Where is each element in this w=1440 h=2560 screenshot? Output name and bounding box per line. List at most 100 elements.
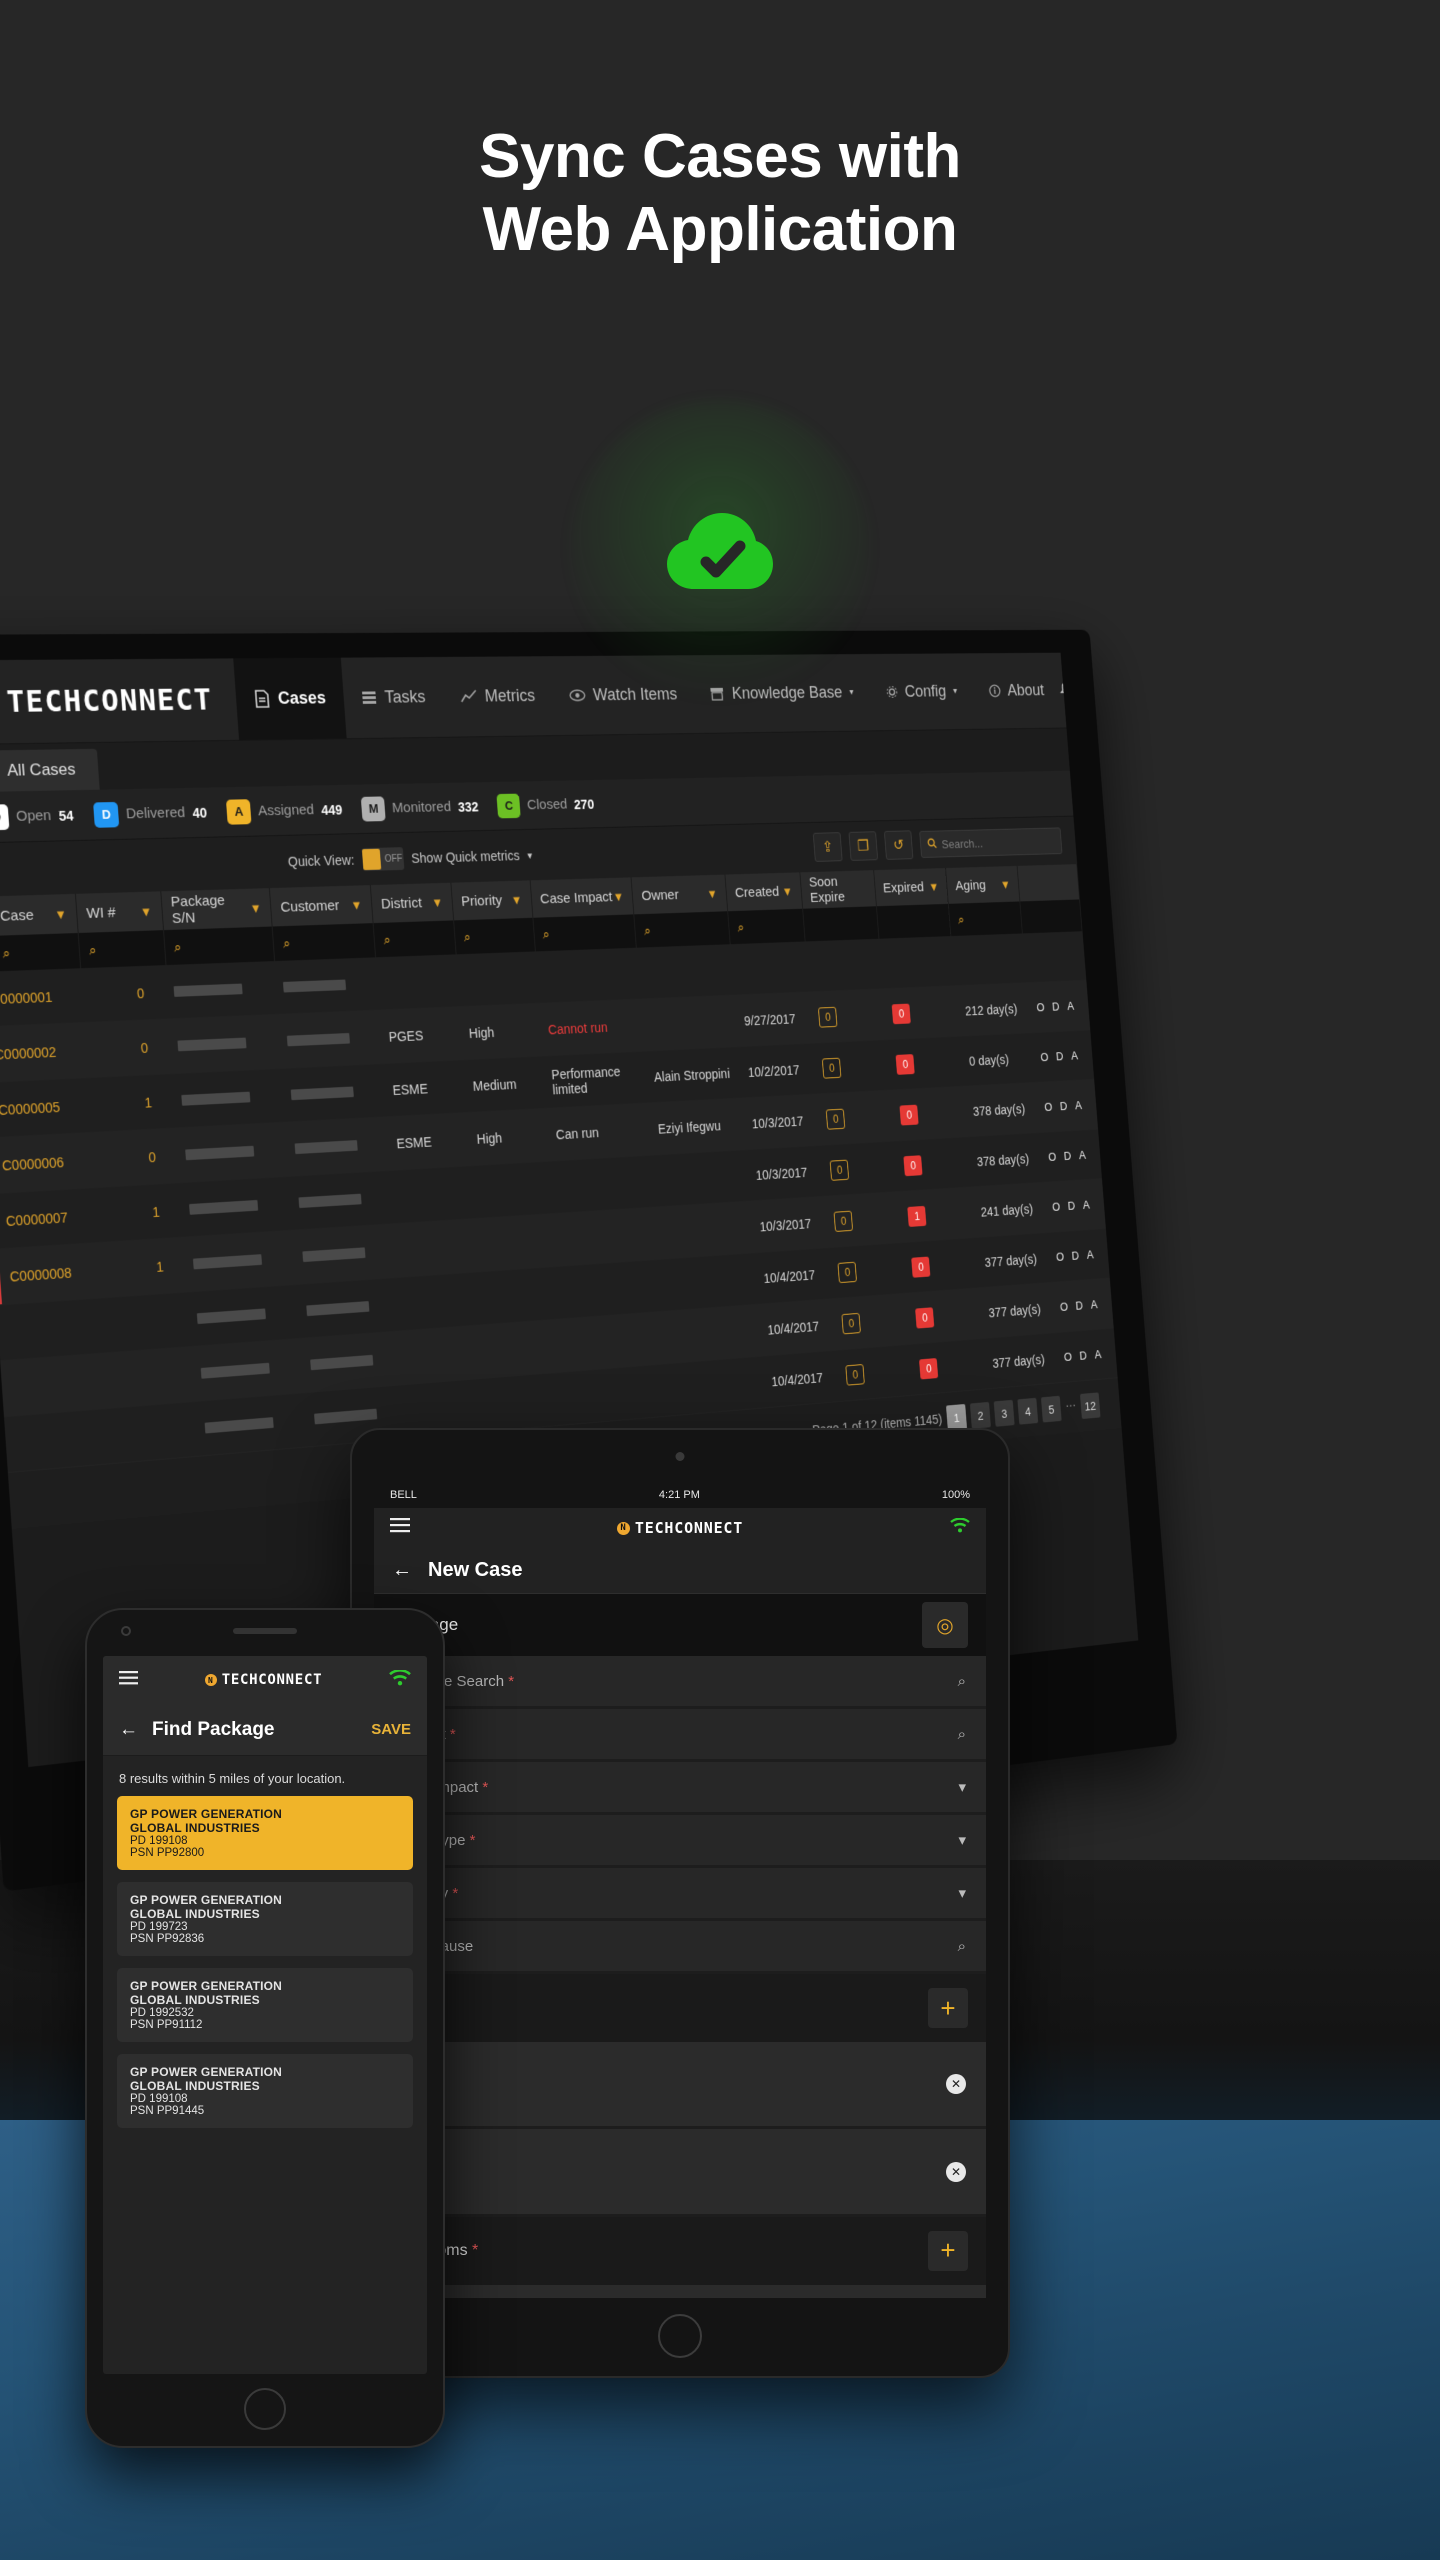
phone-back-arrow-icon[interactable]: ← (119, 1719, 138, 1741)
result-pd: PD 1992532 (130, 2007, 194, 2019)
nav-label-tasks: Tasks (384, 687, 427, 707)
chevron-down-icon[interactable]: ▾ (958, 1831, 966, 1849)
phone-save-button[interactable]: SAVE (371, 1721, 411, 1738)
quick-metrics-chevron-icon[interactable]: ▾ (527, 849, 533, 861)
tablet-field-product[interactable]: Product *⌕ (374, 1709, 986, 1759)
cell-case (2, 1299, 93, 1360)
chevron-down-icon[interactable]: ▾ (958, 1778, 966, 1796)
export-file-icon[interactable]: ⇪ (812, 832, 843, 862)
pagination-page-2[interactable]: 2 (969, 1401, 991, 1429)
filter-icon-package-sn[interactable]: ▼ (249, 900, 262, 915)
col-header-created[interactable]: Created ▼ (725, 872, 803, 912)
filter-icon-customer[interactable]: ▼ (350, 897, 363, 912)
list-item[interactable]: GP POWER GENERATION GLOBAL INDUSTRIES PD 1… (117, 2054, 413, 2128)
nav-item-about[interactable]: About (970, 653, 1062, 729)
filter-icon-district[interactable]: ▼ (431, 895, 443, 910)
phone-home-button[interactable] (244, 2388, 286, 2430)
tablet-field-root-cause[interactable]: Root Cause⌕ (374, 1921, 986, 1971)
filter-search-case-impact[interactable]: ⌕ (532, 914, 637, 952)
filter-icon-expired[interactable]: ▼ (928, 879, 939, 893)
filter-icon-created[interactable]: ▼ (781, 884, 793, 898)
quick-view-toggle[interactable]: OFF (361, 847, 405, 872)
tablet-event-card[interactable]: Event 1Field 1Field 2✕ (374, 2042, 986, 2127)
pagination-page-4[interactable]: 4 (1017, 1397, 1039, 1425)
col-header-aging[interactable]: Aging ▼ (946, 865, 1021, 904)
status-closed[interactable]: C Closed 270 (496, 792, 595, 818)
nav-item-metrics[interactable]: Metrics (440, 656, 555, 737)
remove-circle-icon[interactable]: ✕ (946, 2074, 966, 2095)
tablet-field-case-type[interactable]: Case Type *▾ (374, 1815, 986, 1865)
pagination-page-12[interactable]: 12 (1079, 1392, 1101, 1420)
result-division: GLOBAL INDUSTRIES (130, 1907, 260, 1921)
filter-search-expired[interactable] (876, 903, 952, 939)
status-label-open: Open (15, 807, 52, 825)
search-icon[interactable]: ⌕ (958, 1726, 966, 1743)
col-header-expired[interactable]: Expired ▼ (873, 868, 949, 907)
cell-aging: 378 day(s) (976, 1151, 1030, 1169)
cell-district (393, 1219, 477, 1277)
status-delivered[interactable]: D Delivered 40 (93, 800, 207, 828)
copy-icon[interactable]: ❐ (848, 831, 879, 861)
filter-search-priority[interactable]: ⌕ (453, 917, 536, 955)
pagination-page-1[interactable]: 1 (945, 1403, 968, 1432)
filter-icon-owner[interactable]: ▼ (706, 886, 718, 900)
list-item[interactable]: GP POWER GENERATION GLOBAL INDUSTRIES PD 1… (117, 1882, 413, 1956)
col-header-soon-expire[interactable]: Soon Expire (800, 870, 877, 909)
filter-search-owner[interactable]: ⌕ (634, 911, 731, 948)
phone-hamburger-icon[interactable] (119, 1670, 138, 1690)
filter-icon-priority[interactable]: ▼ (510, 892, 522, 906)
hamburger-icon[interactable] (390, 1518, 410, 1538)
filter-icon-aging[interactable]: ▼ (1000, 877, 1011, 891)
nav-item-tasks[interactable]: Tasks (341, 657, 446, 738)
filter-search-wi[interactable]: ⌕ (78, 930, 167, 969)
list-item[interactable]: GP POWER GENERATION GLOBAL INDUSTRIES PD 1… (117, 1796, 413, 1870)
col-header-customer[interactable]: Customer ▼ (270, 885, 374, 927)
cell-aging: 377 day(s) (984, 1251, 1038, 1270)
col-header-package-sn[interactable]: Package S/N ▼ (160, 888, 273, 931)
tablet-event-card[interactable]: Event 1Field 1Field 2✕ (374, 2129, 986, 2214)
list-item[interactable]: GP POWER GENERATION GLOBAL INDUSTRIES PD 1… (117, 1968, 413, 2042)
col-header-district[interactable]: District ▼ (370, 882, 454, 924)
col-header-case-impact[interactable]: Case Impact ▼ (530, 877, 635, 918)
status-monitored[interactable]: M Monitored 332 (361, 794, 479, 822)
col-header-wi[interactable]: WI # ▼ (75, 891, 164, 933)
tablet-symptom-card[interactable]: Event 1 Field 1 Field 2 ✕ (374, 2284, 986, 2298)
cell-soon-expire: 0 (817, 1091, 895, 1145)
tablet-field-package-search[interactable]: Package Search * ⌕ (374, 1656, 986, 1706)
pagination-page-3[interactable]: 3 (993, 1399, 1015, 1427)
filter-search-district[interactable]: ⌕ (373, 920, 457, 958)
filter-search-case[interactable]: ⌕ (0, 932, 81, 972)
tablet-field-severity[interactable]: Severity *▾ (374, 1868, 986, 1918)
status-open[interactable]: O Open 54 (0, 802, 74, 830)
filter-icon-case[interactable]: ▼ (54, 906, 67, 921)
search-icon[interactable]: ⌕ (958, 1673, 966, 1690)
scan-icon[interactable]: ◎ (922, 1602, 968, 1648)
plus-icon-symptoms[interactable]: + (928, 2230, 968, 2271)
arrow-left-icon[interactable]: ← (392, 1559, 412, 1582)
chevron-down-icon[interactable]: ▾ (958, 1884, 966, 1902)
filter-search-customer[interactable]: ⌕ (272, 923, 377, 962)
nav-item-cases[interactable]: Cases (233, 657, 347, 740)
show-quick-metrics[interactable]: Show Quick metrics (411, 848, 520, 866)
filter-search-aging[interactable]: ⌕ (948, 901, 1023, 937)
tab-all-cases[interactable]: All Cases (0, 748, 100, 792)
filter-search-package-sn[interactable]: ⌕ (163, 926, 276, 966)
refresh-icon[interactable]: ↺ (883, 830, 914, 860)
remove-circle-icon[interactable]: ✕ (946, 2161, 966, 2182)
search-icon[interactable]: ⌕ (958, 1938, 966, 1955)
plus-icon[interactable]: + (928, 1988, 968, 2028)
filter-icon-wi[interactable]: ▼ (139, 904, 152, 919)
status-assigned[interactable]: A Assigned 449 (226, 797, 343, 825)
tablet-field-case-impact[interactable]: Case Impact *▾ (374, 1762, 986, 1812)
pagination-page-5[interactable]: 5 (1040, 1395, 1062, 1423)
cell-expired: 0 (906, 1288, 983, 1343)
col-header-owner[interactable]: Owner ▼ (631, 874, 729, 915)
filter-search-soon-expire[interactable] (802, 906, 879, 942)
filter-search-created[interactable]: ⌕ (728, 908, 806, 945)
col-header-priority[interactable]: Priority ▼ (451, 880, 533, 921)
col-label-expired: Expired (882, 879, 925, 896)
col-header-case[interactable]: Case ▼ (0, 893, 79, 936)
grid-search-box[interactable]: Search... (919, 827, 1063, 858)
tablet-home-button[interactable] (658, 2314, 702, 2358)
filter-icon-case-impact[interactable]: ▼ (612, 889, 624, 903)
